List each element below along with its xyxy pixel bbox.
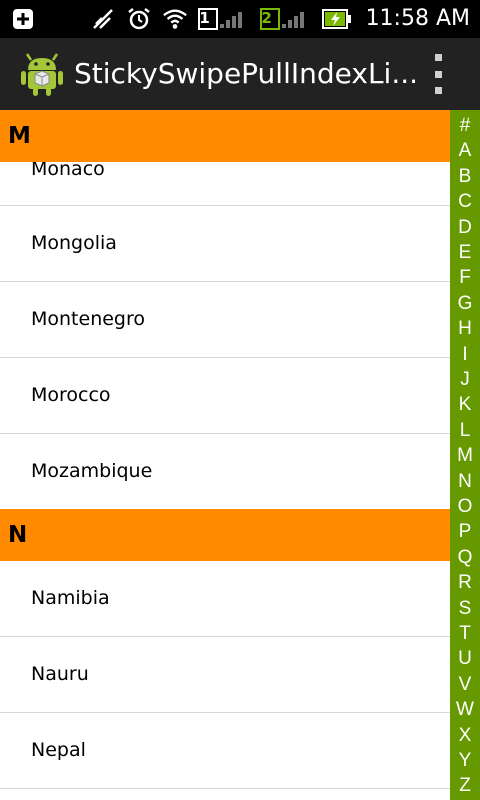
section-header-n: N	[0, 509, 450, 561]
status-bar-left-icons	[10, 6, 36, 32]
sticky-section-header-m: M	[0, 110, 450, 162]
index-letter[interactable]: H	[450, 316, 480, 341]
sim1-label: 1	[199, 9, 210, 27]
status-time: 11:58 AM	[365, 6, 470, 31]
alphabet-index-bar[interactable]: # A B C D E F G H I J K L M N O P Q R S T U V W X Y Z	[450, 110, 480, 800]
list-item-label: Montenegro	[31, 308, 146, 330]
wifi-icon	[162, 6, 188, 32]
section-header-label: N	[8, 522, 28, 548]
index-letter[interactable]: V	[450, 672, 480, 697]
list-item[interactable]: Namibia	[0, 561, 450, 637]
overflow-menu-icon[interactable]	[428, 54, 448, 94]
index-letter[interactable]: M	[450, 443, 480, 468]
list-item[interactable]: Mongolia	[0, 206, 450, 282]
index-letter[interactable]: W	[450, 697, 480, 722]
alarm-clock-icon	[126, 6, 152, 32]
index-letter[interactable]: D	[450, 215, 480, 240]
list-item-label: Mozambique	[31, 460, 153, 482]
index-letter[interactable]: N	[450, 469, 480, 494]
index-letter[interactable]: O	[450, 494, 480, 519]
index-letter[interactable]: L	[450, 418, 480, 443]
list-item[interactable]: Mozambique	[0, 434, 450, 510]
index-letter[interactable]: P	[450, 519, 480, 544]
index-letter[interactable]: I	[450, 342, 480, 367]
index-letter[interactable]: F	[450, 265, 480, 290]
list-item-label: Namibia	[31, 587, 110, 609]
index-letter[interactable]: Y	[450, 748, 480, 773]
index-letter[interactable]: T	[450, 621, 480, 646]
index-letter[interactable]: C	[450, 189, 480, 214]
index-letter[interactable]: #	[450, 113, 480, 138]
list-item-label: Morocco	[31, 384, 111, 406]
index-letter[interactable]: K	[450, 392, 480, 417]
index-letter[interactable]: B	[450, 164, 480, 189]
battery-charging-icon	[321, 6, 352, 32]
android-app-icon[interactable]	[18, 50, 66, 98]
index-letter[interactable]: G	[450, 291, 480, 316]
index-letter[interactable]: J	[450, 367, 480, 392]
index-letter[interactable]: Z	[450, 773, 480, 798]
index-letter[interactable]: E	[450, 240, 480, 265]
list-item-label: Nepal	[31, 739, 86, 761]
list-item[interactable]: Nepal	[0, 713, 450, 789]
list-item-label: Mongolia	[31, 232, 117, 254]
status-bar: 1 2 11:58 AM	[0, 0, 480, 38]
sim2-signal-icon: 2	[259, 6, 312, 32]
index-letter[interactable]: Q	[450, 545, 480, 570]
list-item[interactable]: Nauru	[0, 637, 450, 713]
country-list[interactable]: Monaco Mongolia Montenegro Morocco Mozam…	[0, 110, 450, 800]
index-letter[interactable]: X	[450, 723, 480, 748]
index-letter[interactable]: S	[450, 596, 480, 621]
no-data-icon	[90, 6, 116, 32]
list-item-label: Nauru	[31, 663, 89, 685]
sim2-label: 2	[261, 9, 272, 27]
add-notification-icon	[10, 6, 36, 32]
status-bar-right-icons: 1 2 11:58 AM	[90, 6, 470, 32]
index-letter[interactable]: A	[450, 138, 480, 163]
app-title: StickySwipePullIndexLi...	[74, 57, 419, 90]
action-bar: StickySwipePullIndexLi...	[0, 38, 480, 110]
list-item[interactable]: Montenegro	[0, 282, 450, 358]
sim1-signal-icon: 1	[197, 6, 250, 32]
section-header-label: M	[8, 123, 31, 149]
index-letter[interactable]: U	[450, 646, 480, 671]
list-item[interactable]: Morocco	[0, 358, 450, 434]
index-letter[interactable]: R	[450, 570, 480, 595]
